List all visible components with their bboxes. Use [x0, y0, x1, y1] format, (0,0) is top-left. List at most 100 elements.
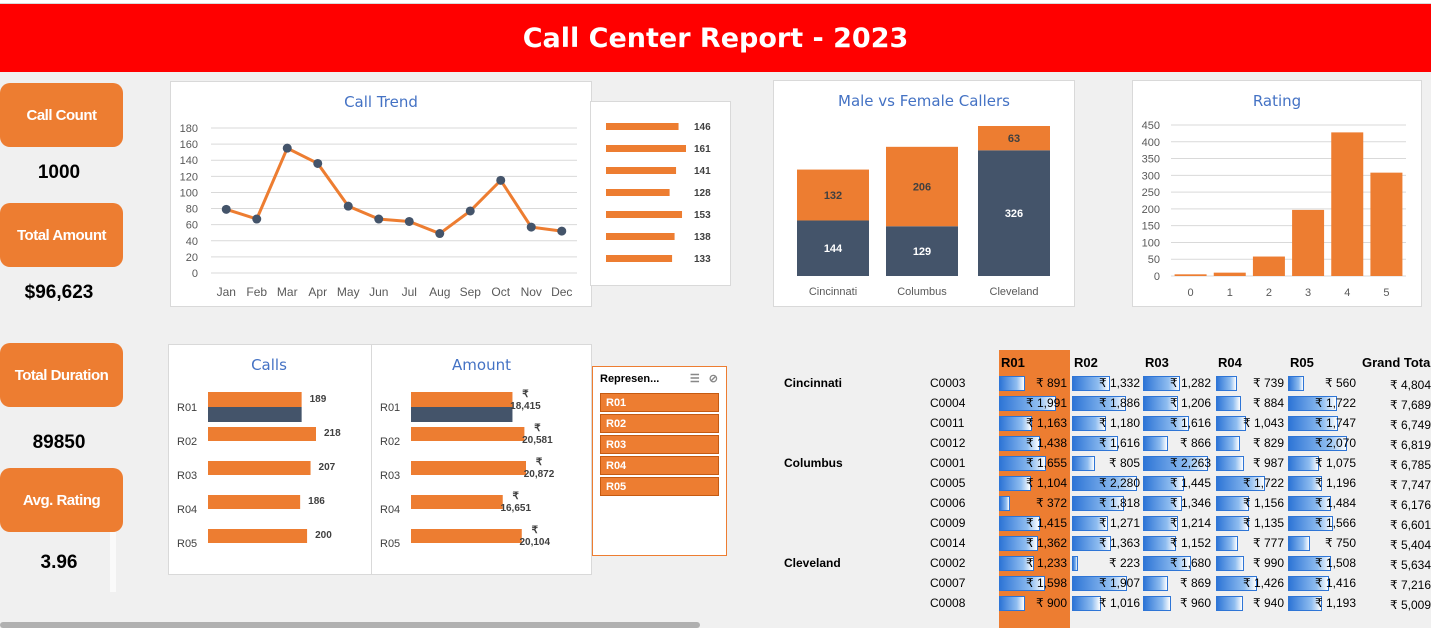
data-cell[interactable]: ₹ 1,363	[1072, 534, 1142, 552]
data-cell[interactable]: ₹ 1,747	[1288, 414, 1358, 432]
city-label[interactable]: Cincinnati	[784, 376, 842, 390]
data-cell[interactable]: ₹ 829	[1216, 434, 1286, 452]
bar	[1292, 209, 1325, 276]
data-cell[interactable]: ₹ 1,156	[1216, 494, 1286, 512]
data-cell[interactable]: ₹ 1,722	[1216, 474, 1286, 492]
call-count-button[interactable]: Call Count	[0, 83, 123, 147]
mini-bar-chart[interactable]: 146 161 141 128 153 138 133	[590, 101, 731, 286]
data-cell[interactable]: ₹ 1,332	[1072, 374, 1142, 392]
data-cell[interactable]: ₹ 1,566	[1288, 514, 1358, 532]
data-cell[interactable]: ₹ 1,484	[1288, 494, 1358, 512]
slicer-item-r05[interactable]: R05	[600, 477, 719, 496]
data-cell[interactable]: ₹ 1,271	[1072, 514, 1142, 532]
column-header[interactable]: Grand Tota	[1362, 355, 1430, 370]
data-cell[interactable]: ₹ 805	[1072, 454, 1142, 472]
data-cell[interactable]: ₹ 1,180	[1072, 414, 1142, 432]
slicer-item-r04[interactable]: R04	[600, 456, 719, 475]
x-tick-label: Jul	[402, 285, 417, 299]
data-cell[interactable]: ₹ 1,104	[999, 474, 1069, 492]
data-cell[interactable]: ₹ 1,196	[1288, 474, 1358, 492]
data-cell[interactable]: ₹ 1,282	[1143, 374, 1213, 392]
bar	[606, 145, 686, 152]
data-cell[interactable]: ₹ 1,907	[1072, 574, 1142, 592]
data-cell[interactable]: ₹ 1,075	[1288, 454, 1358, 472]
data-cell[interactable]: ₹ 987	[1216, 454, 1286, 472]
data-cell[interactable]: ₹ 1,135	[1216, 514, 1286, 532]
call-trend-chart[interactable]: Call Trend 0 20 40 60 80 100 120 140 160 180 Jan Fe…	[170, 81, 592, 307]
data-cell[interactable]: ₹ 1,043	[1216, 414, 1286, 432]
slicer-item-r01[interactable]: R01	[600, 393, 719, 412]
data-cell[interactable]: ₹ 739	[1216, 374, 1286, 392]
data-cell[interactable]: ₹ 1,598	[999, 574, 1069, 592]
data-cell[interactable]: ₹ 1,438	[999, 434, 1069, 452]
total-amount-button[interactable]: Total Amount	[0, 203, 123, 267]
grand-total-value: ₹ 5,404	[1390, 538, 1431, 552]
data-bar	[1143, 596, 1171, 611]
column-header[interactable]: R03	[1145, 355, 1169, 370]
avg-rating-button[interactable]: Avg. Rating	[0, 468, 123, 532]
data-cell[interactable]: ₹ 884	[1216, 394, 1286, 412]
horizontal-scrollbar[interactable]	[0, 622, 700, 628]
data-cell[interactable]: ₹ 869	[1143, 574, 1213, 592]
data-cell[interactable]: ₹ 777	[1216, 534, 1286, 552]
data-cell[interactable]: ₹ 1,616	[1143, 414, 1213, 432]
data-cell[interactable]: ₹ 1,680	[1143, 554, 1213, 572]
data-cell[interactable]: ₹ 1,722	[1288, 394, 1358, 412]
customer-code: C0002	[930, 556, 966, 570]
data-cell[interactable]: ₹ 1,991	[999, 394, 1069, 412]
cell-value: ₹ 1,206	[1170, 396, 1211, 410]
calls-amount-panel[interactable]: Calls Amount R01 189 R02 218 R03 207 R04 186 R05…	[168, 344, 592, 575]
column-header[interactable]: R01	[1001, 355, 1025, 370]
data-cell[interactable]: ₹ 866	[1143, 434, 1213, 452]
currency-label: ₹	[534, 423, 541, 434]
city-label[interactable]: Cleveland	[784, 556, 841, 570]
cell-value: ₹ 1,991	[1026, 396, 1067, 410]
data-cell[interactable]: ₹ 2,280	[1072, 474, 1142, 492]
data-cell[interactable]: ₹ 1,445	[1143, 474, 1213, 492]
data-cell[interactable]: ₹ 2,263	[1143, 454, 1213, 472]
data-cell[interactable]: ₹ 1,214	[1143, 514, 1213, 532]
data-cell[interactable]: ₹ 1,416	[1288, 574, 1358, 592]
data-cell[interactable]: ₹ 900	[999, 594, 1069, 612]
data-cell[interactable]: ₹ 1,426	[1216, 574, 1286, 592]
data-cell[interactable]: ₹ 1,206	[1143, 394, 1213, 412]
y-tick-label: 0	[1154, 271, 1160, 283]
data-cell[interactable]: ₹ 1,508	[1288, 554, 1358, 572]
data-cell[interactable]: ₹ 1,886	[1072, 394, 1142, 412]
data-cell[interactable]: ₹ 1,415	[999, 514, 1069, 532]
city-label[interactable]: Columbus	[784, 456, 843, 470]
data-cell[interactable]: ₹ 940	[1216, 594, 1286, 612]
clear-filter-icon[interactable]: ⊘	[709, 373, 718, 385]
data-cell[interactable]: ₹ 990	[1216, 554, 1286, 572]
data-label: 20,581	[522, 435, 553, 446]
data-cell[interactable]: ₹ 1,152	[1143, 534, 1213, 552]
data-cell[interactable]: ₹ 1,163	[999, 414, 1069, 432]
data-cell[interactable]: ₹ 1,193	[1288, 594, 1358, 612]
data-cell[interactable]: ₹ 1,016	[1072, 594, 1142, 612]
data-cell[interactable]: ₹ 1,233	[999, 554, 1069, 572]
data-cell[interactable]: ₹ 1,346	[1143, 494, 1213, 512]
total-duration-button[interactable]: Total Duration	[0, 343, 123, 407]
rating-chart[interactable]: Rating 0 50 100 150 200 250 300 350 400 450 0 1 2 3 4 5	[1132, 80, 1422, 307]
column-header[interactable]: R02	[1074, 355, 1098, 370]
slicer-item-r02[interactable]: R02	[600, 414, 719, 433]
male-female-chart[interactable]: Male vs Female Callers 144 132 Cincinnati 1…	[773, 80, 1075, 307]
data-cell[interactable]: ₹ 1,362	[999, 534, 1069, 552]
data-cell[interactable]: ₹ 960	[1143, 594, 1213, 612]
slicer-item-r03[interactable]: R03	[600, 435, 719, 454]
pivot-table[interactable]: R01 R02 R03 R04 R05 Grand Tota Cincinnati C0003…	[770, 350, 1431, 628]
data-cell[interactable]: ₹ 372	[999, 494, 1069, 512]
representative-slicer[interactable]: Represen... ☰ ⊘ R01 R02 R03 R04 R05	[592, 366, 727, 556]
data-cell[interactable]: ₹ 560	[1288, 374, 1358, 392]
y-tick-label: 180	[180, 123, 198, 135]
multi-select-icon[interactable]: ☰	[690, 373, 700, 385]
column-header[interactable]: R05	[1290, 355, 1314, 370]
data-cell[interactable]: ₹ 1,655	[999, 454, 1069, 472]
data-cell[interactable]: ₹ 2,070	[1288, 434, 1358, 452]
data-cell[interactable]: ₹ 1,818	[1072, 494, 1142, 512]
column-header[interactable]: R04	[1218, 355, 1242, 370]
data-cell[interactable]: ₹ 750	[1288, 534, 1358, 552]
data-cell[interactable]: ₹ 1,616	[1072, 434, 1142, 452]
data-cell[interactable]: ₹ 223	[1072, 554, 1142, 572]
data-cell[interactable]: ₹ 891	[999, 374, 1069, 392]
